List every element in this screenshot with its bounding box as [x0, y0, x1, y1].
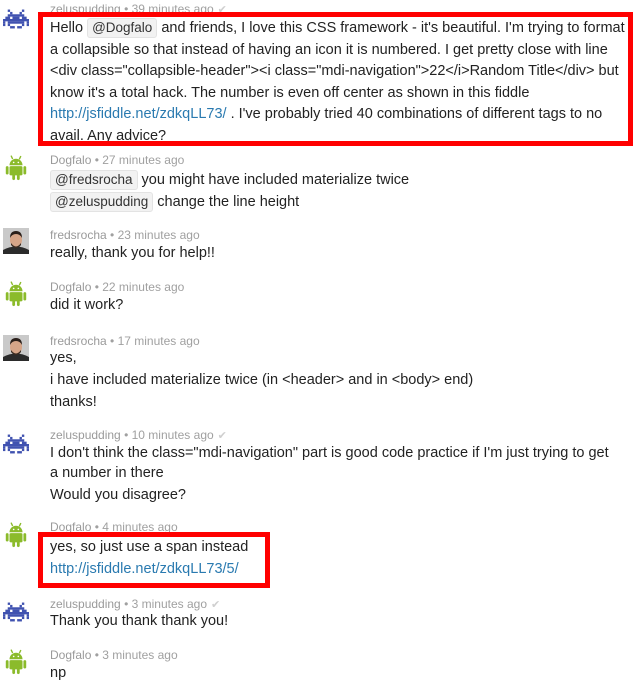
timestamp[interactable]: 23 minutes ago — [118, 228, 200, 242]
chat-message: Dogfalo • 4 minutes ago yes, so just use… — [0, 520, 633, 590]
chat-message: fredsrocha • 23 minutes ago really, than… — [0, 225, 633, 270]
message-line: yes, so just use a span instead — [50, 539, 249, 555]
mention-fredsrocha[interactable]: @fredsrocha — [50, 170, 138, 190]
meta-separator: • — [106, 228, 118, 242]
timestamp[interactable]: 22 minutes ago — [102, 280, 184, 294]
invader-avatar-icon[interactable] — [3, 431, 29, 457]
timestamp[interactable]: 3 minutes ago — [102, 648, 177, 662]
meta-separator: • — [91, 648, 103, 662]
message-line: yes, — [50, 350, 77, 366]
read-check-icon: ✔ — [217, 430, 227, 442]
message-line: @zeluspudding change the line height — [50, 192, 299, 213]
mention-zeluspudding[interactable]: @zeluspudding — [50, 192, 154, 212]
message-meta: Dogfalo • 3 minutes ago — [50, 648, 178, 662]
author-name[interactable]: fredsrocha — [50, 334, 107, 348]
android-avatar-icon[interactable] — [3, 522, 29, 548]
timestamp[interactable]: 17 minutes ago — [118, 334, 200, 348]
android-avatar-icon[interactable] — [3, 649, 29, 675]
fiddle-link[interactable]: http://jsfiddle.net/zdkqLL73/ — [50, 106, 227, 122]
chat-message: zeluspudding • 10 minutes ago ✔ I don't t… — [0, 427, 633, 512]
author-name[interactable]: zeluspudding — [50, 428, 121, 442]
author-name[interactable]: Dogfalo — [50, 520, 91, 534]
author-name[interactable]: zeluspudding — [50, 2, 121, 16]
author-name[interactable]: Dogfalo — [50, 648, 91, 662]
timestamp[interactable]: 10 minutes ago — [132, 428, 214, 442]
timestamp[interactable]: 39 minutes ago — [132, 2, 214, 16]
invader-avatar-icon[interactable] — [3, 599, 29, 625]
message-meta: Dogfalo • 4 minutes ago — [50, 520, 178, 534]
invader-avatar-icon[interactable] — [3, 6, 29, 32]
meta-separator: • — [91, 280, 103, 294]
message-line: i have included materialize twice (in <h… — [50, 372, 474, 388]
fiddle-link[interactable]: http://jsfiddle.net/zdkqLL73/5/ — [50, 561, 239, 577]
chat-message: Dogfalo • 3 minutes ago np — [0, 647, 633, 685]
timestamp[interactable]: 3 minutes ago — [132, 597, 207, 611]
meta-separator: • — [120, 2, 132, 16]
message-line: np — [50, 665, 67, 681]
message-line: thanks! — [50, 394, 97, 410]
message-meta: Dogfalo • 22 minutes ago — [50, 280, 184, 294]
meta-separator: • — [120, 428, 132, 442]
timestamp[interactable]: 27 minutes ago — [102, 153, 184, 167]
android-avatar-icon[interactable] — [3, 281, 29, 307]
author-name[interactable]: fredsrocha — [50, 228, 107, 242]
message-line: I don't think the class="mdi-navigation"… — [50, 445, 609, 461]
message-text: Hello @Dogfalo and friends, I love this … — [50, 18, 630, 147]
meta-separator: • — [91, 520, 103, 534]
chat-message: fredsrocha • 17 minutes ago yes, i have … — [0, 332, 633, 417]
message-meta: Dogfalo • 27 minutes ago — [50, 153, 184, 167]
message-meta: fredsrocha • 23 minutes ago — [50, 228, 200, 242]
meta-separator: • — [120, 597, 132, 611]
chat-message: zeluspudding • 3 minutes ago ✔ Thank you … — [0, 595, 633, 640]
chat-message: Dogfalo • 22 minutes ago did it work? — [0, 279, 633, 324]
author-name[interactable]: Dogfalo — [50, 153, 91, 167]
message-line: @fredsrocha you might have included mate… — [50, 170, 409, 191]
text-fragment: you might have included materialize twic… — [137, 172, 410, 188]
read-check-icon: ✔ — [211, 599, 221, 611]
message-meta: zeluspudding • 39 minutes ago ✔ — [50, 2, 227, 17]
message-line: did it work? — [50, 297, 124, 313]
chat-message: Dogfalo • 27 minutes ago @fredsrocha you… — [0, 150, 633, 216]
message-meta: zeluspudding • 10 minutes ago ✔ — [50, 428, 227, 443]
timestamp[interactable]: 4 minutes ago — [102, 520, 177, 534]
meta-separator: • — [91, 153, 103, 167]
user-photo-avatar[interactable] — [3, 335, 29, 361]
text-fragment: change the line height — [153, 194, 300, 210]
message-line: Would you disagree? — [50, 487, 186, 503]
text-fragment: Hello — [50, 20, 88, 36]
chat-message: zeluspudding • 39 minutes ago ✔ Hello @Do… — [0, 0, 633, 150]
message-line: Thank you thank thank you! — [50, 613, 229, 629]
message-line: http://jsfiddle.net/zdkqLL73/5/ — [50, 559, 239, 580]
mention-dogfalo[interactable]: @Dogfalo — [87, 18, 158, 38]
message-meta: zeluspudding • 3 minutes ago ✔ — [50, 597, 220, 612]
meta-separator: • — [106, 334, 118, 348]
read-check-icon: ✔ — [217, 4, 227, 16]
message-meta: fredsrocha • 17 minutes ago — [50, 334, 200, 348]
message-line: a number in there — [50, 465, 164, 481]
android-avatar-icon[interactable] — [3, 155, 29, 181]
author-name[interactable]: zeluspudding — [50, 597, 121, 611]
author-name[interactable]: Dogfalo — [50, 280, 91, 294]
message-line: really, thank you for help!! — [50, 245, 215, 261]
user-photo-avatar[interactable] — [3, 228, 29, 254]
